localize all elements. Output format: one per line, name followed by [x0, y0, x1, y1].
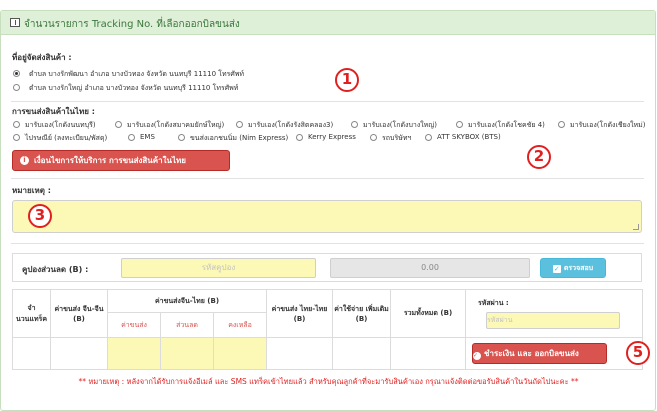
annotation-1: 1 — [335, 68, 359, 92]
annotation-2: 2 — [527, 145, 551, 169]
shipping-radio-chokchai[interactable] — [456, 121, 463, 128]
divider — [11, 101, 644, 102]
shipping-option-chiangmai: มารับเอง(โกดังเชียงใหม่) — [570, 121, 646, 129]
shipping-option-rangsit: มารับเอง(โกดังรังสิตคลอง3) — [248, 121, 334, 129]
password-input[interactable]: รหัสผ่าน — [486, 312, 621, 329]
pay-and-issue-bill-button[interactable]: ✓ ชำระเงิน และ ออกบิลขนส่ง — [472, 343, 608, 364]
pay-cell: ✓ ชำระเงิน และ ออกบิลขนส่ง — [465, 337, 644, 370]
shipping-radio-skybox[interactable] — [425, 134, 432, 141]
value-extra-cost — [332, 337, 392, 370]
list-icon — [10, 18, 20, 27]
coupon-code-input[interactable]: รหัสคูปอง — [121, 258, 316, 278]
coupon-row: คูปองส่วนลด (B) : รหัสคูปอง 0.00 ✓ ตรวจสอ… — [12, 253, 642, 282]
shipping-radio-bangyai[interactable] — [351, 121, 358, 128]
address-radio-1[interactable] — [13, 70, 20, 77]
shipping-conditions-button[interactable]: i เงื่อนไขการให้บริการ การขนส่งสินค้าในไ… — [12, 150, 230, 171]
value-sub-remaining — [212, 337, 268, 370]
coupon-check-label: ตรวจสอบ — [563, 264, 594, 272]
remark-label: หมายเหตุ : — [12, 186, 51, 195]
header-sub-shipping: ค่าขนส่ง — [107, 312, 161, 338]
value-china-shipping — [50, 337, 108, 370]
password-label: รหัสผ่าน : — [478, 299, 509, 307]
annotation-3: 3 — [28, 204, 52, 228]
address-option-1: ตำบล บางรักพัฒนา อำเภอ บางบัวทอง จังหวัด… — [29, 70, 245, 78]
shipping-radio-nonthaburi[interactable] — [13, 121, 20, 128]
footer-note: ** หมายเหตุ : หลังจากได้รับการแจ้งอีเมล์… — [78, 377, 579, 386]
address-label: ที่อยู่จัดส่งสินค้า : — [12, 53, 72, 62]
header-thai-shipping: ค่าขนส่ง ไทย-ไทย (B) — [266, 289, 334, 338]
header-china-shipping: ค่าขนส่ง จีน-จีน (B) — [50, 289, 108, 338]
coupon-label: คูปองส่วนลด (B) : — [22, 265, 89, 274]
shipping-option-company-truck: รถบริษัทฯ — [382, 134, 412, 142]
coupon-discount-amount: 0.00 — [330, 258, 530, 278]
header-extra-cost: ค่าใช้จ่าย เพิ่มเติม (B) — [332, 289, 392, 338]
value-sub-shipping — [107, 337, 161, 370]
shipping-option-nonthaburi: มารับเอง(โกดังนนทบุรี) — [25, 121, 96, 129]
shipping-radio-rangsit[interactable] — [236, 121, 243, 128]
shipping-option-kerry: Kerry Express — [308, 133, 356, 141]
shipping-label: การขนส่งสินค้าในไทย : — [12, 107, 95, 116]
remark-textarea[interactable] — [12, 200, 642, 233]
value-sub-discount — [160, 337, 214, 370]
header-sub-remaining: คงเหลือ — [212, 312, 268, 338]
shipping-option-skybox: ATT SKYBOX (BTS) — [437, 133, 501, 141]
header-sub-discount: ส่วนลด — [160, 312, 214, 338]
shipping-option-post: ไปรษณีย์ (ลงทะเบียน/พัสดุ) — [25, 134, 108, 142]
panel-header: จำนวนรายการ Tracking No. ที่เลือกออกบิลข… — [1, 11, 655, 35]
shipping-radio-ems[interactable] — [128, 134, 135, 141]
divider — [11, 178, 644, 179]
shipping-option-chokchai: มารับเอง(โกดังโชคชัย 4) — [468, 121, 545, 129]
coupon-check-button[interactable]: ✓ ตรวจสอบ — [540, 258, 606, 278]
header-total: รวมทั้งหมด (B) — [390, 289, 467, 338]
shipping-radio-chiangmai[interactable] — [558, 121, 565, 128]
shipping-conditions-label: เงื่อนไขการให้บริการ การขนส่งสินค้าในไทย — [34, 156, 186, 165]
shipping-option-nim: ขนส่งเอกชนนิ่ม (Nim Express) — [190, 134, 289, 142]
shipping-option-bangyai: มารับเอง(โกดังบางใหญ่) — [363, 121, 437, 129]
header-china-thai-shipping: ค่าขนส่งจีน-ไทย (B) — [106, 289, 268, 313]
shipping-radio-samakom[interactable] — [115, 121, 122, 128]
header-track-count: จำนวนแทร็ค — [12, 289, 51, 338]
divider — [11, 243, 644, 244]
shipping-radio-company-truck[interactable] — [370, 134, 377, 141]
summary-table: จำนวนแทร็ค ค่าขนส่ง จีน-จีน (B) ค่าขนส่ง… — [12, 289, 644, 370]
value-total — [390, 337, 467, 370]
info-icon: i — [20, 156, 29, 165]
panel-title: จำนวนรายการ Tracking No. ที่เลือกออกบิลข… — [24, 19, 240, 30]
password-cell: รหัสผ่าน : รหัสผ่าน — [465, 289, 644, 338]
shipping-option-ems: EMS — [140, 133, 155, 141]
check-circle-icon: ✓ — [473, 352, 482, 360]
address-option-2: ตำบล บางรักใหญ่ อำเภอ บางบัวทอง จังหวัด … — [29, 84, 239, 92]
annotation-5: 5 — [626, 341, 650, 365]
shipping-radio-kerry[interactable] — [296, 134, 303, 141]
value-track-count — [12, 337, 51, 370]
address-radio-2[interactable] — [13, 84, 20, 91]
shipping-radio-nim[interactable] — [178, 134, 185, 141]
resize-grip-icon[interactable] — [633, 224, 639, 230]
pay-button-label: ชำระเงิน และ ออกบิลขนส่ง — [484, 349, 579, 358]
check-icon: ✓ — [552, 265, 561, 273]
shipping-radio-post[interactable] — [13, 134, 20, 141]
shipping-option-samakom: มารับเอง(โกดังสมาคมยักษ์ใหญ่) — [127, 121, 225, 129]
value-thai-shipping — [266, 337, 334, 370]
